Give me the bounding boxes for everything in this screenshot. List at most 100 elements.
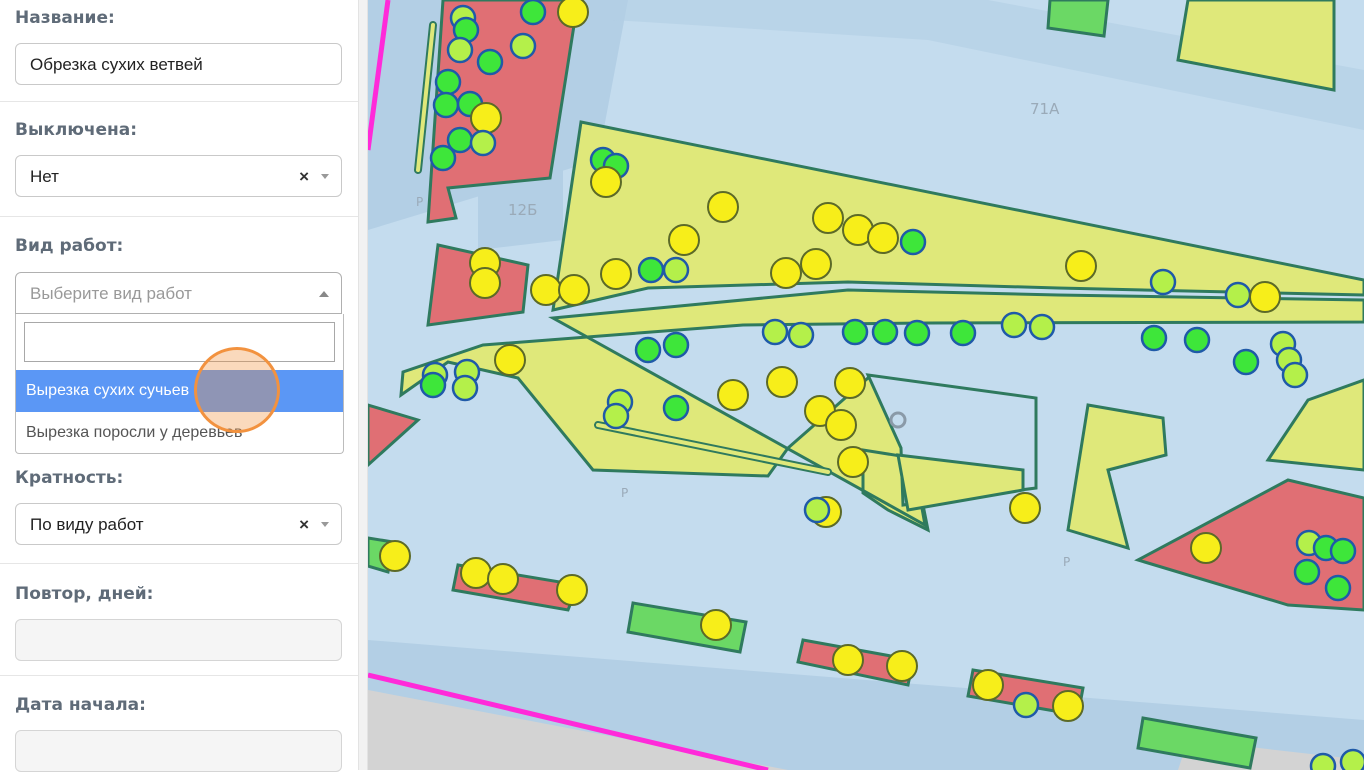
tree-marker[interactable] — [602, 402, 630, 430]
tree-marker[interactable] — [787, 321, 815, 349]
tree-marker[interactable] — [1052, 690, 1084, 722]
divider — [0, 675, 358, 676]
tree-marker[interactable] — [662, 256, 690, 284]
tree-marker[interactable] — [766, 366, 798, 398]
tree-marker[interactable] — [460, 557, 492, 589]
tree-marker[interactable] — [812, 202, 844, 234]
work-type-dropdown: Вырезка сухих сучьев Вырезка поросли у д… — [15, 314, 344, 454]
tree-marker[interactable] — [494, 344, 526, 376]
tree-marker[interactable] — [446, 36, 474, 64]
chevron-down-icon[interactable] — [321, 522, 329, 527]
tree-marker[interactable] — [662, 394, 690, 422]
tree-marker[interactable] — [1324, 574, 1352, 602]
work-type-option[interactable]: Вырезка сухих сучьев — [16, 370, 343, 412]
frequency-value: По виду работ — [30, 515, 144, 534]
disabled-label: Выключена: — [15, 120, 138, 140]
tree-marker[interactable] — [476, 48, 504, 76]
tree-marker[interactable] — [832, 644, 864, 676]
clear-icon[interactable]: × — [299, 167, 309, 187]
work-type-select[interactable]: Выберите вид работ — [15, 272, 342, 314]
divider — [0, 563, 358, 564]
tree-marker[interactable] — [1190, 532, 1222, 564]
tree-marker[interactable] — [668, 224, 700, 256]
work-type-search-input[interactable] — [24, 322, 335, 362]
frequency-select[interactable]: По виду работ × — [15, 503, 342, 545]
tree-marker[interactable] — [1293, 558, 1321, 586]
tree-marker[interactable] — [469, 267, 501, 299]
tree-marker[interactable] — [379, 540, 411, 572]
tree-marker[interactable] — [867, 222, 899, 254]
tree-marker[interactable] — [1065, 250, 1097, 282]
tree-marker[interactable] — [1232, 348, 1260, 376]
tree-marker[interactable] — [837, 446, 869, 478]
chevron-down-icon[interactable] — [321, 174, 329, 179]
map-lawn — [1046, 0, 1110, 38]
tree-marker[interactable] — [700, 609, 732, 641]
tree-marker[interactable] — [590, 166, 622, 198]
tree-marker[interactable] — [509, 32, 537, 60]
disabled-select[interactable]: Нет × — [15, 155, 342, 197]
tree-marker[interactable] — [903, 319, 931, 347]
name-value: Обрезка сухих ветвей — [30, 55, 203, 74]
work-type-label: Вид работ: — [15, 236, 124, 256]
chevron-up-icon[interactable] — [319, 291, 329, 297]
start-date-input[interactable] — [15, 730, 342, 772]
work-type-option[interactable]: Вырезка поросли у деревьев — [16, 412, 343, 454]
tree-marker[interactable] — [419, 371, 447, 399]
tree-marker[interactable] — [972, 669, 1004, 701]
tree-marker[interactable] — [1149, 268, 1177, 296]
panel-splitter[interactable] — [358, 0, 368, 770]
tree-marker[interactable] — [519, 0, 547, 26]
tree-marker[interactable] — [1339, 748, 1364, 770]
tree-marker[interactable] — [803, 496, 831, 524]
tree-marker[interactable] — [761, 318, 789, 346]
tree-marker[interactable] — [770, 257, 802, 289]
tree-marker[interactable] — [800, 248, 832, 280]
tree-marker[interactable] — [899, 228, 927, 256]
tree-marker[interactable] — [1000, 311, 1028, 339]
tree-marker[interactable] — [451, 374, 479, 402]
tree-marker[interactable] — [1249, 281, 1281, 313]
tree-marker[interactable] — [825, 409, 857, 441]
map-building-number: 71А — [1030, 100, 1060, 118]
tree-marker[interactable] — [1224, 281, 1252, 309]
tree-marker[interactable] — [707, 191, 739, 223]
tree-marker[interactable] — [717, 379, 749, 411]
divider — [0, 101, 358, 102]
tree-marker[interactable] — [469, 129, 497, 157]
frequency-label: Кратность: — [15, 468, 124, 488]
tree-marker[interactable] — [1012, 691, 1040, 719]
tree-marker[interactable] — [1309, 752, 1337, 770]
tree-marker[interactable] — [558, 274, 590, 306]
tree-marker[interactable] — [1028, 313, 1056, 341]
name-input[interactable]: Обрезка сухих ветвей — [15, 43, 342, 85]
tree-marker[interactable] — [637, 256, 665, 284]
tree-marker[interactable] — [530, 274, 562, 306]
repeat-days-input[interactable] — [15, 619, 342, 661]
tree-marker[interactable] — [556, 574, 588, 606]
tree-marker[interactable] — [1329, 537, 1357, 565]
tree-marker[interactable] — [949, 319, 977, 347]
tree-marker[interactable] — [841, 318, 869, 346]
clear-icon[interactable]: × — [299, 515, 309, 535]
tree-marker[interactable] — [557, 0, 589, 28]
tree-marker[interactable] — [1140, 324, 1168, 352]
tree-marker[interactable] — [1183, 326, 1211, 354]
tree-marker[interactable] — [470, 102, 502, 134]
tree-marker[interactable] — [1009, 492, 1041, 524]
tree-marker[interactable] — [1281, 361, 1309, 389]
tree-marker[interactable] — [886, 650, 918, 682]
tree-marker[interactable] — [432, 91, 460, 119]
tree-marker[interactable] — [487, 563, 519, 595]
map-view[interactable]: 71А 12Б Р Р Р — [368, 0, 1364, 770]
map-parking-label: Р — [621, 486, 628, 500]
settings-panel: Название: Обрезка сухих ветвей Выключена… — [0, 0, 358, 772]
tree-marker[interactable] — [834, 367, 866, 399]
tree-marker[interactable] — [634, 336, 662, 364]
tree-marker[interactable] — [662, 331, 690, 359]
tree-marker[interactable] — [434, 68, 462, 96]
tree-marker[interactable] — [871, 318, 899, 346]
tree-marker[interactable] — [600, 258, 632, 290]
disabled-value: Нет — [30, 167, 59, 186]
tree-marker[interactable] — [429, 144, 457, 172]
